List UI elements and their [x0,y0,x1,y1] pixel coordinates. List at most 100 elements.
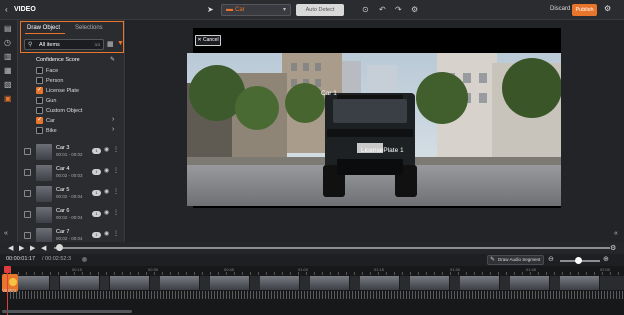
print-icon[interactable]: ▦ [4,66,12,75]
undo-icon[interactable]: ↶ [379,5,386,14]
chevron-right-icon[interactable]: › [112,126,114,133]
clock-icon[interactable]: ◷ [4,38,11,47]
more-icon[interactable]: ⋮ [113,188,119,195]
checkbox[interactable] [36,116,43,124]
eye-icon[interactable]: ◉ [104,167,109,174]
eye-icon[interactable]: ◉ [104,188,109,195]
draw-audio-segment-button[interactable]: ✎ Draw Audio Segment [487,255,544,265]
annotation-car-label[interactable]: Car 1 [321,90,337,97]
zoom-slider-knob[interactable] [575,257,582,264]
play-badge-icon[interactable] [9,278,17,286]
video-frame-thumb [460,276,500,290]
category-custom-object[interactable]: Custom Object [36,106,122,115]
playhead-handle[interactable] [4,266,11,273]
object-type-select[interactable]: ▬ Car ▾ [221,4,291,16]
document-icon[interactable]: ▥ [4,52,12,61]
progress-knob[interactable] [56,244,63,251]
category-license-plate[interactable]: License Plate [36,86,122,95]
layers-icon[interactable]: ▧ [4,80,12,89]
checkbox[interactable] [36,97,43,104]
eye-icon[interactable]: ◉ [104,146,109,153]
checkbox[interactable] [24,190,31,197]
file-icon[interactable]: ▤ [4,24,12,33]
horizontal-scrollbar[interactable] [2,310,132,313]
progress-track[interactable] [54,247,610,249]
category-car[interactable]: Car › [36,116,122,125]
eye-icon[interactable]: ◉ [104,230,109,237]
checkbox[interactable] [24,148,31,155]
chevron-left-icon[interactable]: ‹ [5,5,8,14]
audio-waveform[interactable] [10,291,624,299]
track-badge: 1 [92,148,101,154]
category-person[interactable]: Person [36,76,122,85]
track-badge: 1 [92,232,101,238]
more-icon[interactable]: ⋮ [113,146,119,153]
playback-controls: ◀ ▶ ▶ ◀ ⚙ [0,242,624,254]
publish-button[interactable]: Publish [572,4,597,16]
annotation-license-plate-label[interactable]: LicensePlate 1 [361,147,404,154]
video-thumbnail-strip[interactable] [10,276,624,290]
track-item[interactable]: Car 5 00:02 - 00:04 1 ◉ ⋮ [24,184,124,204]
cancel-button[interactable]: ✕ Cancel [195,35,221,46]
zoom-in-icon[interactable]: ⊕ [603,255,609,263]
video-frame-thumb [210,276,250,290]
video-frame-image[interactable] [187,53,561,206]
checkbox[interactable] [24,211,31,218]
collapse-right-icon[interactable]: « [614,230,618,237]
cursor-tool-icon[interactable]: ➤ [207,5,214,14]
marker-dot [82,257,87,262]
more-icon[interactable]: ⋮ [113,209,119,216]
rewind-icon[interactable]: ◀ [8,244,13,252]
checkbox[interactable] [36,127,43,134]
forward-icon[interactable]: ▶ [30,244,35,252]
checkbox[interactable] [36,77,43,84]
time-ruler: 00:15 00:30 00:45 01:00 01:15 01:30 01:4… [0,266,624,275]
filter-icon[interactable]: ▼ [117,40,124,47]
checkbox[interactable] [36,67,43,74]
tab-selections[interactable]: Selections [75,25,103,31]
track-item[interactable]: Car 6 00:02 - 00:04 1 ◉ ⋮ [24,205,124,225]
video-frame-thumb [160,276,200,290]
settings-icon[interactable]: ⚙ [604,4,611,13]
category-face[interactable]: Face [36,66,122,75]
checkbox[interactable] [24,169,31,176]
current-time: 00:00:01:17 [6,256,36,262]
ruler-minor-ticks [10,272,624,275]
zoom-out-icon[interactable]: ⊖ [548,255,554,263]
eye-icon[interactable]: ◉ [104,209,109,216]
track-item[interactable]: Car 4 00:02 - 00:03 1 ◉ ⋮ [24,163,124,183]
video-frame-thumb [410,276,450,290]
tab-draw-object[interactable]: Draw Object [27,25,60,31]
object-panel: Draw Object Selections ⚲ All items 3/3 ▦… [18,20,125,244]
timeline[interactable]: 00:15 00:30 00:45 01:00 01:15 01:30 01:4… [0,266,624,315]
focus-icon[interactable]: ⊙ [362,5,369,14]
detect-icon[interactable]: ▣ [4,94,12,103]
discard-button[interactable]: Discard [550,6,570,12]
auto-detect-button[interactable]: Auto Detect [296,4,344,16]
search-value: All items [39,42,60,48]
category-gun[interactable]: Gun [36,96,122,105]
checkbox[interactable] [36,107,43,114]
edit-icon[interactable]: ✎ [110,56,115,63]
category-label: Gun [46,98,57,104]
redo-icon[interactable]: ↷ [395,5,402,14]
search-input[interactable]: ⚲ All items 3/3 [24,39,104,50]
grid-view-icon[interactable]: ▦ [107,40,114,48]
more-icon[interactable]: ⋮ [113,167,119,174]
video-frame-thumb [110,276,150,290]
gear-icon[interactable]: ⚙ [610,244,616,252]
checkbox[interactable] [24,232,31,239]
category-bike[interactable]: Bike › [36,126,122,135]
more-icon[interactable]: ⋮ [113,230,119,237]
top-bar: ‹ VIDEO ➤ ▬ Car ▾ Auto Detect ⊙ ↶ ↷ ⚙ Di… [0,0,624,20]
checkbox[interactable] [36,86,43,94]
track-thumbnail [36,165,52,181]
chevron-right-icon[interactable]: › [112,116,114,123]
playhead[interactable] [7,266,8,315]
gear-icon[interactable]: ⚙ [411,5,418,14]
track-item[interactable]: Car 3 00:01 - 00:02 1 ◉ ⋮ [24,142,124,162]
play-icon[interactable]: ▶ [19,244,24,252]
collapse-panel-icon[interactable]: « [4,230,8,237]
volume-icon[interactable]: ◀ [41,244,46,252]
track-name: Car 4 [56,166,70,172]
